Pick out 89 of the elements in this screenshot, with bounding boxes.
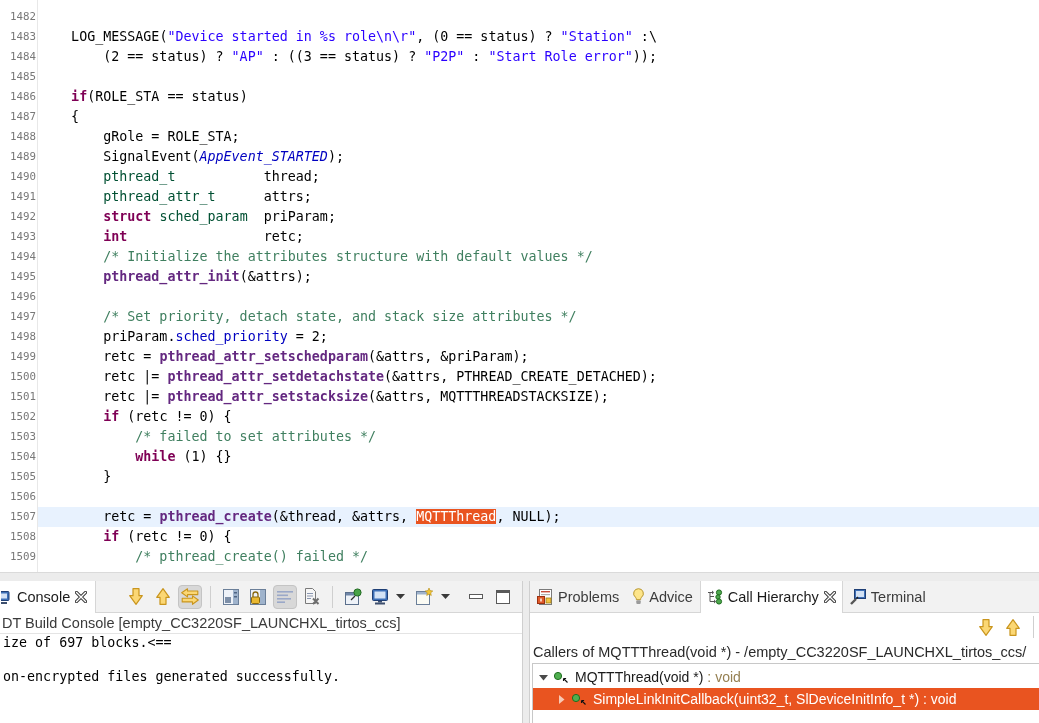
line-number: 1495 — [10, 269, 36, 285]
code-line: pthread_attr_init(&attrs); — [103, 268, 312, 287]
line-number: 1483 — [10, 29, 36, 45]
line-number: 1493 — [10, 229, 36, 245]
new-window-icon — [416, 588, 434, 605]
code-line: if (retc != 0) { — [103, 408, 232, 426]
dropdown-caret-icon — [441, 594, 451, 599]
code-line: int retc; — [103, 228, 304, 246]
close-icon[interactable] — [823, 591, 836, 603]
code-line: retc = pthread_create(&thread, &attrs, MQTTThread, NULL); — [103, 508, 561, 527]
line-number: 1509 — [10, 549, 36, 565]
line-number: 1490 — [10, 169, 36, 185]
line-number: 1494 — [10, 249, 36, 265]
code-line: gRole = ROLE_STA; — [103, 128, 240, 147]
dropdown-caret-icon — [396, 594, 406, 599]
monitor-pen-icon — [849, 588, 866, 605]
tab[interactable]: Terminal — [842, 581, 933, 612]
close-icon[interactable] — [75, 591, 88, 603]
code-line: SignalEvent(AppEvent_STARTED); — [103, 148, 344, 167]
line-number: 1504 — [10, 449, 36, 465]
line-number: 1507 — [10, 509, 36, 525]
circle-arrow-icon — [571, 692, 587, 706]
tab[interactable]: Console — [0, 581, 97, 613]
line-number: 1491 — [10, 189, 36, 205]
line-number: 1506 — [10, 489, 36, 505]
code-line: /* Set priority, detach state, and stack size attributes */ — [103, 308, 577, 326]
line-number: 1499 — [10, 349, 36, 365]
code-line: LOG_MESSAGE("Device started in %s role\n\r", (0 == status) ? "Station" :\ — [71, 28, 657, 47]
code-line: pthread_attr_t attrs; — [103, 188, 312, 207]
window-layout-icon — [223, 588, 240, 605]
line-number: 1497 — [10, 309, 36, 325]
caret-down-icon[interactable] — [539, 672, 548, 682]
swap-arrows-icon — [181, 588, 200, 605]
monitor-icon — [1, 589, 10, 605]
code-line: pthread_t thread; — [103, 168, 320, 187]
down-arrow-icon — [979, 618, 993, 636]
minimize-icon — [469, 594, 484, 599]
maximize-icon — [496, 589, 511, 604]
line-number: 1501 — [10, 389, 36, 405]
console-output: ize of 697 blocks.<== on-encrypted files generated successfully. — [3, 634, 341, 685]
code-line: /* failed to set attributes */ — [135, 428, 377, 446]
report-icon — [537, 588, 553, 605]
pin-icon — [344, 588, 362, 605]
monitor-icon — [372, 588, 389, 605]
up-arrow-icon — [156, 588, 171, 605]
padlock-icon — [250, 588, 267, 605]
tree-item[interactable]: SimpleLinkInitCallback(uint32_t, SlDeviceInitInfo_t *) : void — [533, 688, 1039, 710]
line-number: 1485 — [10, 69, 36, 85]
code-line: while (1) {} — [135, 448, 232, 466]
code-line: (2 == status) ? "AP" : ((3 == status) ? "P2P" : "Start Role error")); — [103, 48, 657, 66]
line-number: 1486 — [10, 89, 36, 105]
line-number: 1508 — [10, 529, 36, 545]
lightbulb-icon — [633, 588, 645, 605]
line-number: 1489 — [10, 149, 36, 165]
code-line: /* pthread_create() failed */ — [135, 548, 368, 567]
line-number: 1496 — [10, 289, 36, 305]
code-line: if (retc != 0) { — [103, 528, 232, 546]
code-line: if(ROLE_STA == status) — [71, 88, 248, 107]
code-line: priParam.sched_priority = 2; — [103, 328, 328, 347]
text-lines-icon — [277, 590, 294, 603]
line-number: 1503 — [10, 429, 36, 445]
line-number: 1487 — [10, 109, 36, 125]
line-number: 1498 — [10, 329, 36, 345]
caret-right-icon[interactable] — [557, 694, 566, 704]
line-number: 1488 — [10, 129, 36, 145]
up-arrow-icon — [1006, 618, 1020, 636]
down-arrow-icon — [129, 588, 144, 605]
line-number: 1484 — [10, 49, 36, 65]
code-line: /* Initialize the attributes structure with default values */ — [103, 248, 593, 266]
line-number: 1505 — [10, 469, 36, 485]
code-line: } — [103, 468, 112, 486]
clear-document-icon — [304, 588, 321, 605]
tab[interactable]: Advice — [626, 581, 700, 612]
code-line: retc = pthread_attr_setschedparam(&attrs, &priParam); — [103, 348, 529, 367]
tree-item[interactable]: MQTTThread(void *) : void — [533, 666, 1039, 688]
code-line: struct sched_param priParam; — [103, 208, 336, 227]
code-line: { — [71, 108, 80, 126]
line-number: 1482 — [10, 9, 36, 25]
callers-caption: Callers of MQTTThread(void *) - /empty_CC3220SF_LAUNCHXL_tirtos_ccs/ — [533, 644, 1027, 660]
circle-arrow-icon — [553, 670, 569, 684]
line-number: 1492 — [10, 209, 36, 225]
console-title: DT Build Console [empty_CC3220SF_LAUNCHXL_tirtos_ccs] — [2, 615, 401, 631]
code-line: retc |= pthread_attr_setstacksize(&attrs, MQTTTHREADSTACKSIZE); — [103, 388, 609, 407]
hierarchy-icon — [706, 589, 723, 605]
line-number: 1500 — [10, 369, 36, 385]
tab[interactable]: Call Hierarchy — [699, 581, 843, 613]
code-line: retc |= pthread_attr_setdetachstate(&attrs, PTHREAD_CREATE_DETACHED); — [103, 368, 657, 387]
line-number: 1502 — [10, 409, 36, 425]
tab[interactable]: Problems — [530, 581, 627, 612]
